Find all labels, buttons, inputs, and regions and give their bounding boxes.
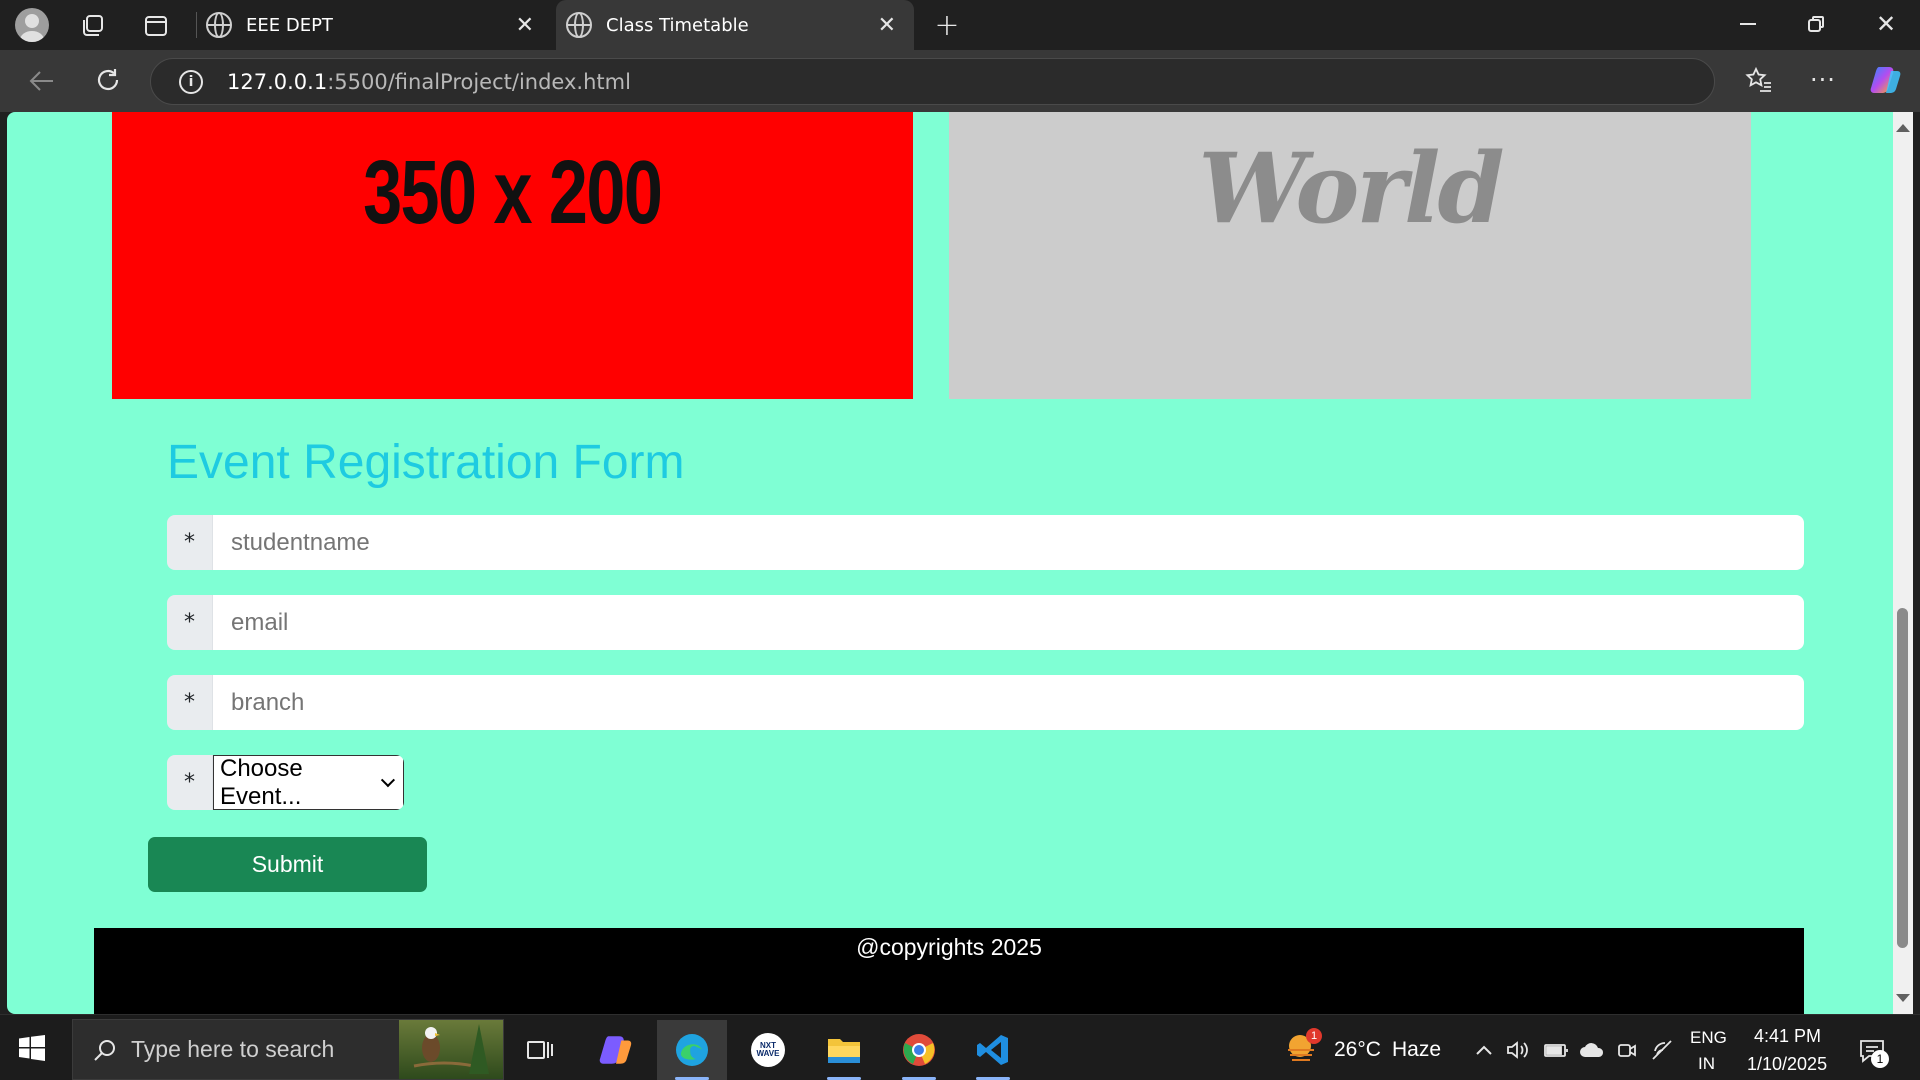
world-image: World [949, 112, 1751, 399]
address-bar[interactable]: i 127.0.0.1:5500/finalProject/index.html [150, 58, 1715, 105]
wifi-icon[interactable] [1650, 1038, 1676, 1062]
email-input[interactable] [213, 595, 1804, 650]
required-marker: * [167, 515, 213, 570]
tab-class-timetable[interactable]: Class Timetable ✕ [556, 0, 914, 50]
globe-icon [206, 12, 232, 38]
taskbar-search[interactable]: Type here to search [72, 1019, 504, 1080]
event-select[interactable]: Choose Event... [213, 755, 404, 810]
placeholder-image-350x200: 350 x 200 [112, 112, 913, 399]
notifications-badge: 1 [1871, 1050, 1889, 1068]
browser-tab-bar: EEE DEPT ✕ Class Timetable ✕ + ✕ [0, 0, 1920, 50]
search-placeholder: Type here to search [131, 1036, 335, 1062]
profile-avatar[interactable] [15, 8, 49, 42]
close-tab-icon[interactable]: ✕ [516, 13, 534, 38]
event-select-value: Choose Event... [220, 755, 303, 810]
restore-icon[interactable] [1804, 12, 1828, 36]
submit-button[interactable]: Submit [148, 837, 427, 892]
more-menu-icon[interactable]: ··· [1808, 66, 1838, 94]
new-tab-icon[interactable]: + [932, 8, 962, 43]
onedrive-cloud-icon[interactable] [1578, 1038, 1606, 1062]
search-icon [94, 1039, 115, 1061]
scroll-up-arrow-icon[interactable] [1896, 124, 1910, 132]
vscode-taskbar-icon[interactable] [958, 1020, 1028, 1080]
nxtwave-taskbar-icon[interactable]: NXT WAVE [733, 1020, 803, 1080]
footer-copyright: @copyrights 2025 [856, 934, 1042, 960]
weather-temp: 26°C [1334, 1038, 1381, 1061]
site-info-icon[interactable]: i [179, 69, 203, 94]
placeholder-image-text: 350 x 200 [363, 143, 663, 243]
scrollbar-thumb[interactable] [1897, 608, 1908, 948]
search-eagle-illustration [399, 1020, 503, 1079]
clock-date: 1/10/2025 [1747, 1054, 1828, 1074]
notifications-icon[interactable]: 1 [1855, 1034, 1889, 1068]
battery-icon[interactable] [1542, 1038, 1570, 1062]
refresh-icon[interactable] [92, 64, 124, 96]
required-marker: * [167, 755, 213, 810]
minimize-icon[interactable] [1736, 12, 1760, 36]
workspaces-icon[interactable] [78, 12, 106, 40]
studentname-input[interactable] [213, 515, 1804, 570]
windows-start-icon[interactable] [18, 1034, 46, 1062]
url-path: :5500/finalProject/index.html [327, 69, 631, 94]
close-window-icon[interactable]: ✕ [1872, 10, 1900, 38]
form-title: Event Registration Form [167, 436, 685, 489]
weather-badge: 1 [1306, 1028, 1322, 1044]
world-image-text: World [1198, 132, 1504, 245]
page-footer: @copyrights 2025 [94, 928, 1804, 1014]
tab-title: Class Timetable [606, 14, 749, 36]
chrome-taskbar-icon[interactable] [884, 1020, 954, 1080]
tab-title: EEE DEPT [246, 14, 333, 36]
task-view-icon[interactable] [505, 1020, 575, 1080]
language-indicator[interactable]: ENG IN [1688, 1026, 1732, 1074]
tab-actions-icon[interactable] [142, 12, 170, 40]
email-field-group: * [167, 595, 1804, 650]
taskbar-clock[interactable]: 4:41 PM 1/10/2025 [1744, 1026, 1840, 1074]
page-viewport: 350 x 200 World Event Registration Form … [7, 112, 1893, 1014]
back-icon[interactable] [26, 66, 58, 96]
weather-widget[interactable]: 1 26°C Haze [1286, 1028, 1446, 1072]
event-field-group: * Choose Event... [167, 755, 404, 810]
show-hidden-icons-chevron-up-icon[interactable] [1472, 1038, 1496, 1062]
volume-icon[interactable] [1505, 1038, 1531, 1062]
weather-condition: Haze [1392, 1038, 1442, 1061]
url-host: 127.0.0.1 [227, 69, 328, 94]
studentname-field-group: * [167, 515, 1804, 570]
scroll-down-arrow-icon[interactable] [1896, 994, 1910, 1002]
copilot-icon[interactable] [1868, 62, 1904, 98]
required-marker: * [167, 595, 213, 650]
language-region: IN [1698, 1054, 1715, 1073]
favorites-list-icon[interactable] [1744, 66, 1774, 94]
clock-time: 4:41 PM [1754, 1026, 1822, 1046]
language-code: ENG [1690, 1028, 1727, 1047]
meet-now-icon[interactable] [1614, 1038, 1640, 1062]
file-explorer-icon[interactable] [809, 1020, 879, 1080]
edge-taskbar-icon[interactable] [657, 1020, 727, 1080]
branch-input[interactable] [213, 675, 1804, 730]
branch-field-group: * [167, 675, 1804, 730]
globe-icon [566, 12, 592, 38]
required-marker: * [167, 675, 213, 730]
tab-eee-dept[interactable]: EEE DEPT ✕ [206, 0, 552, 50]
copilot-taskbar-icon[interactable] [581, 1020, 651, 1080]
close-tab-icon[interactable]: ✕ [878, 13, 896, 38]
